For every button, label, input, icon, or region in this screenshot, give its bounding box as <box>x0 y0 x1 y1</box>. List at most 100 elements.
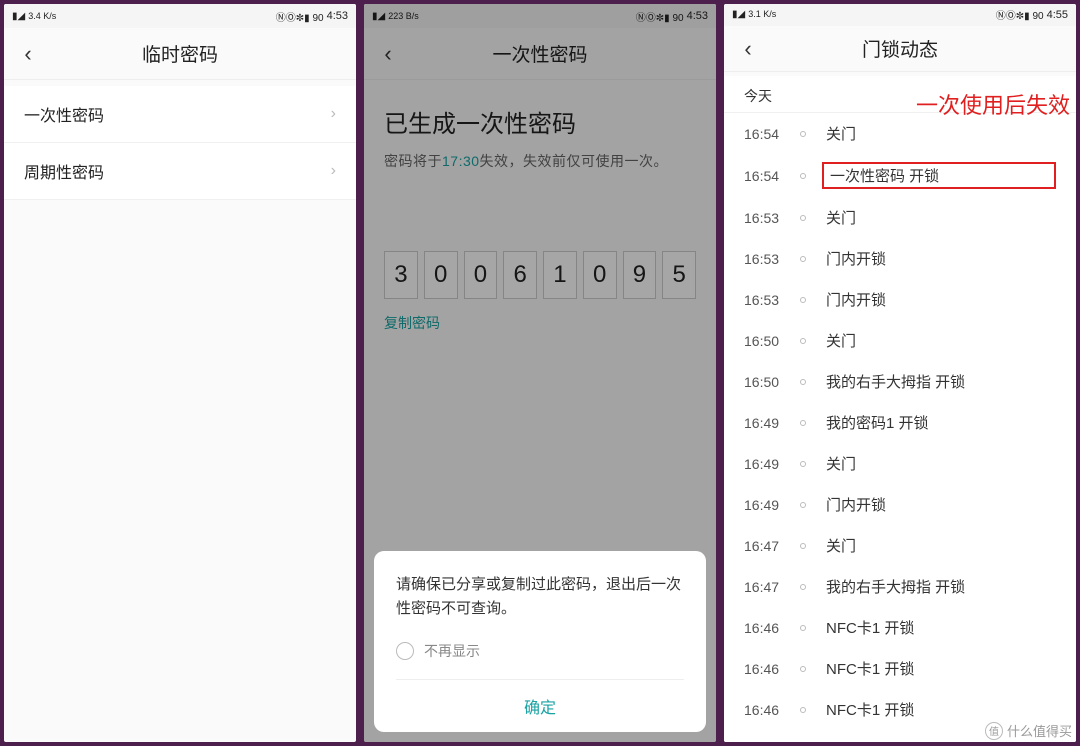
generated-content: 已生成一次性密码 密码将于17:30失效，失效前仅可使用一次。 3 0 0 6 … <box>364 80 716 357</box>
signal-icon: ▮◢ <box>12 11 25 22</box>
one-time-password-row[interactable]: 一次性密码 › <box>4 86 356 143</box>
page-title: 一次性密码 <box>364 40 716 67</box>
chevron-right-icon: › <box>331 162 336 180</box>
page-title: 门锁动态 <box>724 35 1076 62</box>
code-digit: 1 <box>543 251 577 299</box>
event-text: 我的右手大拇指 开锁 <box>822 369 1056 394</box>
status-bar: ▮◢ 3.1 K/s ⓃⓄ✼▮ 90 4:55 <box>724 4 1076 26</box>
event-row[interactable]: 16:50 我的右手大拇指 开锁 <box>724 361 1076 402</box>
net-speed: 223 B/s <box>388 12 419 21</box>
event-text: 一次性密码 开锁 <box>822 162 1056 189</box>
timeline-dot-icon <box>800 625 806 631</box>
event-text: 门内开锁 <box>822 287 1056 312</box>
event-text: 门内开锁 <box>822 492 1056 517</box>
watermark-text: 什么值得买 <box>1007 721 1072 740</box>
code-digit: 9 <box>623 251 657 299</box>
back-button[interactable]: ‹ <box>724 36 772 62</box>
event-time: 16:49 <box>744 415 796 431</box>
event-time: 16:46 <box>744 661 796 677</box>
event-text: 关门 <box>822 205 1056 230</box>
event-time: 16:54 <box>744 126 796 142</box>
timeline-dot-icon <box>800 173 806 179</box>
event-row[interactable]: 16:50 关门 <box>724 320 1076 361</box>
status-icons: ⓃⓄ✼▮ 90 <box>276 9 324 24</box>
nav-bar: ‹ 临时密码 <box>4 28 356 80</box>
timeline-dot-icon <box>800 379 806 385</box>
event-row[interactable]: 16:49 门内开锁 <box>724 484 1076 525</box>
signal-icon: ▮◢ <box>372 11 385 22</box>
password-type-list: 一次性密码 › 周期性密码 › <box>4 86 356 200</box>
timeline-dot-icon <box>800 420 806 426</box>
event-row[interactable]: 16:49 关门 <box>724 443 1076 484</box>
event-time: 16:53 <box>744 292 796 308</box>
watermark: 值 什么值得买 <box>985 721 1072 740</box>
event-list[interactable]: 16:54关门16:54一次性密码 开锁16:53关门16:53门内开锁16:5… <box>724 113 1076 742</box>
status-bar: ▮◢ 223 B/s ⓃⓄ✼▮ 90 4:53 <box>364 4 716 28</box>
code-digit: 0 <box>464 251 498 299</box>
event-row[interactable]: 16:54 一次性密码 开锁 <box>724 154 1076 197</box>
expiry-time: 17:30 <box>442 153 480 169</box>
periodic-password-row[interactable]: 周期性密码 › <box>4 143 356 200</box>
nav-bar: ‹ 门锁动态 <box>724 26 1076 73</box>
net-speed: 3.4 K/s <box>28 12 56 21</box>
list-item-label: 一次性密码 <box>24 102 104 126</box>
event-row[interactable]: 16:53门内开锁 <box>724 238 1076 279</box>
timeline-dot-icon <box>800 256 806 262</box>
event-text: 关门 <box>822 533 1056 558</box>
code-digit: 3 <box>384 251 418 299</box>
timeline-dot-icon <box>800 297 806 303</box>
status-icons: ⓃⓄ✼▮ 90 <box>636 9 684 24</box>
event-text: 关门 <box>822 451 1056 476</box>
generated-heading: 已生成一次性密码 <box>384 104 696 139</box>
event-text: 关门 <box>822 328 1056 353</box>
timeline-dot-icon <box>800 666 806 672</box>
event-row[interactable]: 16:49 我的密码1 开锁 <box>724 402 1076 443</box>
event-text: NFC卡1 开锁 <box>822 615 1056 640</box>
timeline-dot-icon <box>800 543 806 549</box>
dont-show-label: 不再显示 <box>424 641 480 661</box>
event-text: 关门 <box>822 121 1056 146</box>
event-time: 16:53 <box>744 251 796 267</box>
event-time: 16:47 <box>744 538 796 554</box>
timeline-dot-icon <box>800 461 806 467</box>
chevron-right-icon: › <box>331 105 336 123</box>
event-time: 16:53 <box>744 210 796 226</box>
sheet-message: 请确保已分享或复制过此密码，退出后一次性密码不可查询。 <box>396 573 684 621</box>
timeline-dot-icon <box>800 338 806 344</box>
event-row[interactable]: 16:46NFC卡1 开锁 <box>724 607 1076 648</box>
back-button[interactable]: ‹ <box>364 41 412 67</box>
confirm-sheet: 请确保已分享或复制过此密码，退出后一次性密码不可查询。 不再显示 确定 <box>374 551 706 732</box>
event-row[interactable]: 16:46 NFC卡1 开锁 <box>724 648 1076 689</box>
clock: 4:53 <box>687 10 708 22</box>
timeline-dot-icon <box>800 131 806 137</box>
page-title: 临时密码 <box>4 40 356 67</box>
signal-icon: ▮◢ <box>732 9 745 20</box>
event-row[interactable]: 16:47我的右手大拇指 开锁 <box>724 566 1076 607</box>
screen-lock-activity: ▮◢ 3.1 K/s ⓃⓄ✼▮ 90 4:55 ‹ 门锁动态 一次使用后失效 今… <box>724 4 1076 742</box>
generated-subtext: 密码将于17:30失效，失效前仅可使用一次。 <box>384 151 696 171</box>
event-time: 16:50 <box>744 333 796 349</box>
confirm-button[interactable]: 确定 <box>396 679 684 732</box>
screen-temp-password: ▮◢ 3.4 K/s ⓃⓄ✼▮ 90 4:53 ‹ 临时密码 一次性密码 › 周… <box>4 4 356 742</box>
event-text: NFC卡1 开锁 <box>822 656 1056 681</box>
event-time: 16:49 <box>744 456 796 472</box>
list-item-label: 周期性密码 <box>24 159 104 183</box>
event-row[interactable]: 16:53 关门 <box>724 197 1076 238</box>
radio-icon <box>396 642 414 660</box>
event-time: 16:49 <box>744 497 796 513</box>
dont-show-again[interactable]: 不再显示 <box>396 641 684 661</box>
nav-bar: ‹ 一次性密码 <box>364 28 716 80</box>
annotation-note: 一次使用后失效 <box>916 88 1070 120</box>
event-text: NFC卡1 开锁 <box>822 697 1056 722</box>
event-text: 我的密码1 开锁 <box>822 410 1056 435</box>
event-time: 16:54 <box>744 168 796 184</box>
code-digit: 6 <box>503 251 537 299</box>
back-button[interactable]: ‹ <box>4 41 52 67</box>
event-time: 16:50 <box>744 374 796 390</box>
event-row[interactable]: 16:53 门内开锁 <box>724 279 1076 320</box>
code-display: 3 0 0 6 1 0 9 5 <box>384 251 696 299</box>
copy-code-button[interactable]: 复制密码 <box>384 313 696 333</box>
screen-generated-password: ▮◢ 223 B/s ⓃⓄ✼▮ 90 4:53 ‹ 一次性密码 已生成一次性密码… <box>364 4 716 742</box>
status-icons: ⓃⓄ✼▮ 90 <box>996 7 1044 22</box>
event-row[interactable]: 16:47 关门 <box>724 525 1076 566</box>
